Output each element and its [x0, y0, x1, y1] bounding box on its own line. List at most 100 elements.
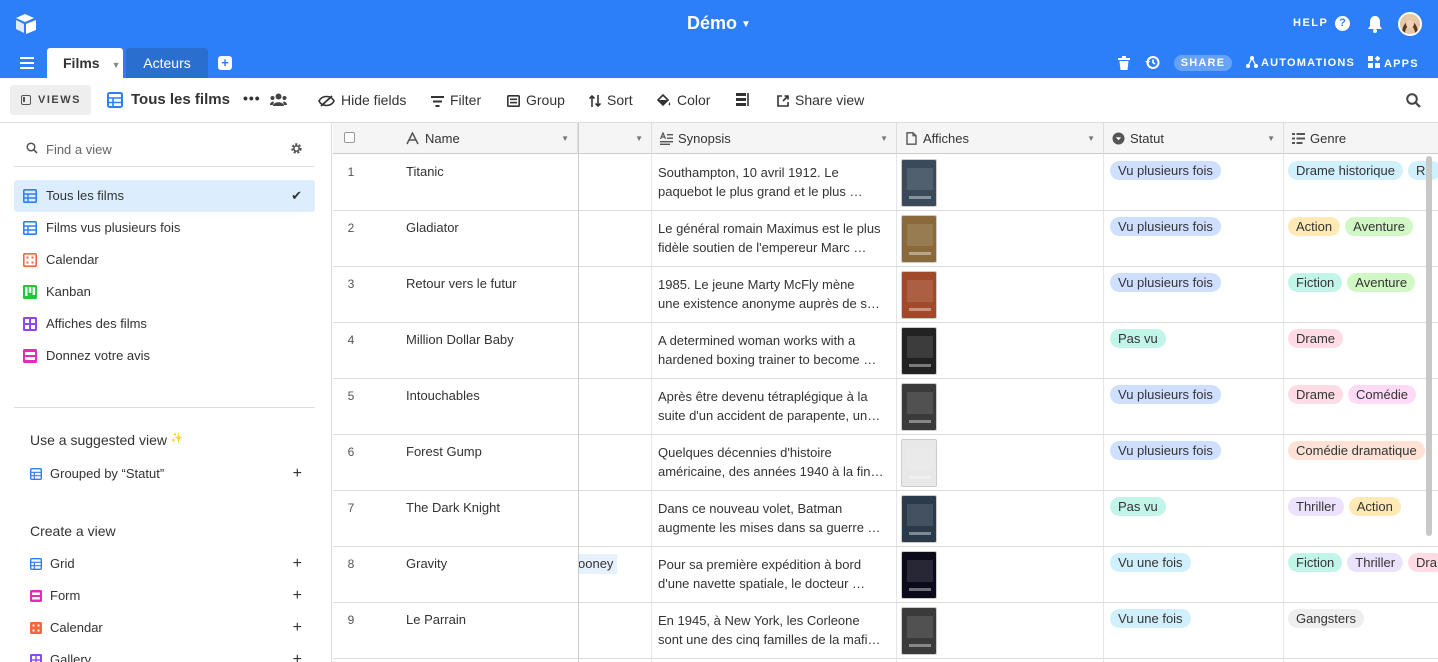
cell-name[interactable]: Titanic: [406, 164, 444, 179]
add-table-icon[interactable]: +: [218, 56, 232, 70]
cell-name[interactable]: Retour vers le futur: [406, 276, 517, 291]
create-view-calendar[interactable]: Calendar +: [30, 612, 310, 644]
add-icon[interactable]: +: [293, 580, 302, 612]
gear-icon[interactable]: [290, 142, 303, 155]
cell-synopsis[interactable]: 1985. Le jeune Marty McFly mène une exist…: [658, 275, 890, 313]
create-view-grid[interactable]: Grid +: [30, 548, 310, 580]
menu-icon[interactable]: [20, 57, 34, 69]
trash-icon[interactable]: [1118, 56, 1130, 70]
tab-acteurs[interactable]: Acteurs: [126, 48, 208, 78]
sidebar-item-donnez-votre-avis[interactable]: Donnez votre avis: [14, 340, 315, 372]
table-row[interactable]: 4 Million Dollar Baby A determined woman w…: [333, 323, 1438, 379]
add-icon[interactable]: +: [293, 644, 302, 662]
cell-genre[interactable]: Drame Comédie: [1288, 385, 1438, 404]
chevron-down-icon[interactable]: ▼: [1267, 123, 1275, 154]
automations-button[interactable]: AUTOMATIONS: [1246, 56, 1355, 69]
history-icon[interactable]: [1145, 55, 1160, 70]
sidebar-item-tous-les-films[interactable]: Tous les films ✔: [14, 180, 315, 212]
find-view-input[interactable]: Find a view: [46, 142, 112, 157]
cell-genre[interactable]: Thriller Action: [1288, 497, 1438, 516]
cell-name[interactable]: Million Dollar Baby: [406, 332, 514, 347]
help-icon[interactable]: ?: [1335, 16, 1350, 31]
share-view-button[interactable]: Share view: [777, 92, 864, 108]
color-button[interactable]: Color: [656, 92, 710, 108]
sort-button[interactable]: Sort: [588, 92, 633, 108]
base-title[interactable]: Démo ▼: [0, 13, 1438, 34]
create-view-gallery[interactable]: Gallery +: [30, 644, 310, 662]
chevron-down-icon[interactable]: ▼: [561, 123, 569, 154]
table-row[interactable]: 6 Forest Gump Quelques décennies d'histoir…: [333, 435, 1438, 491]
add-icon[interactable]: +: [293, 612, 302, 644]
cell-name[interactable]: The Dark Knight: [406, 500, 500, 515]
chevron-down-icon[interactable]: ▼: [112, 60, 121, 70]
poster-thumbnail[interactable]: [901, 327, 937, 375]
table-row[interactable]: 5 Intouchables Après être devenu tétraplég…: [333, 379, 1438, 435]
hide-fields-button[interactable]: Hide fields: [318, 92, 406, 108]
find-view-search[interactable]: Find a view: [14, 133, 314, 167]
chevron-down-icon[interactable]: ▼: [1087, 123, 1095, 154]
apps-button[interactable]: APPS: [1368, 55, 1419, 70]
more-options-icon[interactable]: •••: [243, 90, 261, 106]
table-row[interactable]: 1 Titanic Southampton, 10 avril 1912. Le pa…: [333, 155, 1438, 211]
cell-name[interactable]: Forest Gump: [406, 444, 482, 459]
sidebar-item-kanban[interactable]: Kanban: [14, 276, 315, 308]
suggested-view-grouped-by-statut[interactable]: Grouped by “Statut” +: [30, 458, 310, 490]
select-all-checkbox[interactable]: [344, 132, 355, 143]
poster-thumbnail[interactable]: [901, 495, 937, 543]
collaborators-icon[interactable]: [270, 93, 287, 106]
cell-synopsis[interactable]: Le général romain Maximus est le plus fid…: [658, 219, 890, 257]
table-row[interactable]: 2 Gladiator Le général romain Maximus est …: [333, 211, 1438, 267]
poster-thumbnail[interactable]: [901, 383, 937, 431]
poster-thumbnail[interactable]: [901, 215, 937, 263]
column-header-hidden[interactable]: ▼: [579, 123, 652, 154]
sidebar-item-affiches-des-films[interactable]: Affiches des films: [14, 308, 315, 340]
poster-thumbnail[interactable]: [901, 159, 937, 207]
table-row[interactable]: 3 Retour vers le futur 1985. Le jeune Mar…: [333, 267, 1438, 323]
cell-synopsis[interactable]: Quelques décennies d'histoire américaine,…: [658, 443, 890, 481]
cell-synopsis[interactable]: A determined woman works with a hardened …: [658, 331, 890, 369]
cell-name[interactable]: Gravity: [406, 556, 447, 571]
cell-genre[interactable]: Fiction Aventure: [1288, 273, 1438, 292]
group-button[interactable]: Group: [507, 92, 565, 108]
cell-synopsis[interactable]: Dans ce nouveau volet, Batman augmente le…: [658, 499, 890, 537]
cell-genre[interactable]: Drame: [1288, 329, 1438, 348]
create-view-form[interactable]: Form +: [30, 580, 310, 612]
frozen-column-divider[interactable]: [578, 123, 579, 662]
cell-synopsis[interactable]: Southampton, 10 avril 1912. Le paquebot l…: [658, 163, 890, 201]
poster-thumbnail[interactable]: [901, 551, 937, 599]
cell-genre[interactable]: Action Aventure: [1288, 217, 1438, 236]
poster-thumbnail[interactable]: [901, 607, 937, 655]
cell-genre[interactable]: Fiction Thriller Dra: [1288, 553, 1438, 572]
cell-name[interactable]: Gladiator: [406, 220, 459, 235]
cell-statut[interactable]: Vu plusieurs fois: [1110, 385, 1226, 404]
column-header-genre[interactable]: Genre: [1284, 123, 1438, 154]
cell-linked-actor[interactable]: ooney: [578, 554, 618, 574]
views-toggle-button[interactable]: VIEWS: [10, 85, 91, 115]
poster-thumbnail[interactable]: [901, 271, 937, 319]
table-row[interactable]: 7 The Dark Knight Dans ce nouveau volet, B…: [333, 491, 1438, 547]
avatar[interactable]: [1398, 12, 1422, 36]
add-icon[interactable]: +: [293, 458, 302, 490]
cell-genre[interactable]: Gangsters: [1288, 609, 1438, 628]
cell-statut[interactable]: Vu plusieurs fois: [1110, 441, 1226, 460]
cell-statut[interactable]: Vu plusieurs fois: [1110, 217, 1226, 236]
bell-icon[interactable]: [1367, 15, 1383, 33]
cell-synopsis[interactable]: En 1945, à New York, les Corleone sont un…: [658, 611, 890, 649]
row-height-icon[interactable]: [736, 93, 750, 106]
current-view-name[interactable]: Tous les films: [131, 91, 230, 108]
cell-statut[interactable]: Vu plusieurs fois: [1110, 161, 1226, 180]
cell-synopsis[interactable]: Après être devenu tétraplégique à la suit…: [658, 387, 890, 425]
cell-name[interactable]: Intouchables: [406, 388, 480, 403]
cell-statut[interactable]: Vu plusieurs fois: [1110, 273, 1226, 292]
cell-genre[interactable]: Comédie dramatique: [1288, 441, 1438, 460]
chevron-down-icon[interactable]: ▼: [880, 123, 888, 154]
sidebar-item-films-vus-plusieurs-fois[interactable]: Films vus plusieurs fois: [14, 212, 315, 244]
filter-button[interactable]: Filter: [431, 92, 481, 108]
share-button[interactable]: SHARE: [1174, 55, 1232, 71]
cell-synopsis[interactable]: Pour sa première expédition à bord d'une …: [658, 555, 890, 593]
table-row[interactable]: 9 Le Parrain En 1945, à New York, les Corl…: [333, 603, 1438, 659]
column-header-synopsis[interactable]: Synopsis ▼: [652, 123, 897, 154]
table-row[interactable]: 8 Gravity ooney Pour sa première expédition…: [333, 547, 1438, 603]
add-icon[interactable]: +: [293, 548, 302, 580]
poster-thumbnail[interactable]: [901, 439, 937, 487]
